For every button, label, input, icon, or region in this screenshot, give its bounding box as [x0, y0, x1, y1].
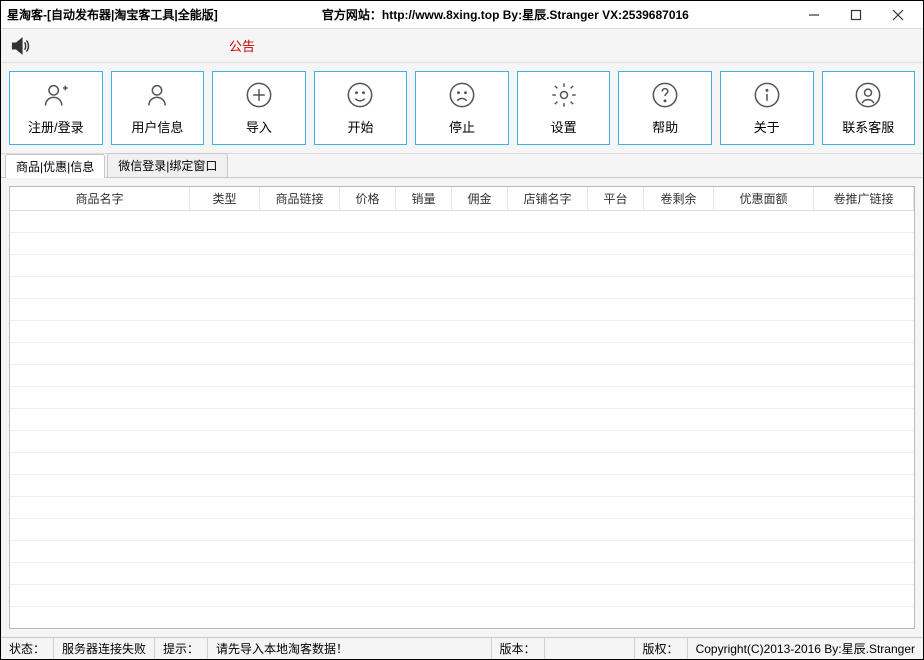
- start-button[interactable]: 开始: [314, 71, 408, 145]
- toolbar-label: 开始: [347, 117, 373, 136]
- toolbar-label: 停止: [449, 117, 475, 136]
- tab-product-discount-info[interactable]: 商品|优惠|信息: [5, 154, 105, 178]
- col-platform[interactable]: 平台: [588, 187, 644, 210]
- toolbar-label: 设置: [551, 117, 577, 136]
- minimize-button[interactable]: [793, 3, 835, 27]
- user-info-button[interactable]: 用户信息: [111, 71, 205, 145]
- data-grid[interactable]: 商品名字 类型 商品链接 价格 销量 佣金 店铺名字 平台 卷剩余 优惠面额 卷…: [9, 186, 915, 629]
- register-login-button[interactable]: 注册/登录: [9, 71, 103, 145]
- about-button[interactable]: 关于: [720, 71, 814, 145]
- status-bar: 状态： 服务器连接失败 提示： 请先导入本地淘客数据！ 版本： 版权： Copy…: [1, 637, 923, 659]
- info-circle-icon: [753, 81, 781, 109]
- col-coupon-remain[interactable]: 卷剩余: [644, 187, 714, 210]
- status-label: 状态：: [1, 638, 54, 659]
- smile-icon: [346, 81, 374, 109]
- col-shop[interactable]: 店铺名字: [508, 187, 588, 210]
- copyright-label: 版权：: [635, 638, 688, 659]
- col-sales[interactable]: 销量: [396, 187, 452, 210]
- toolbar: 注册/登录 用户信息 导入 开始 停止 设置 帮助: [1, 63, 923, 154]
- version-label: 版本：: [492, 638, 545, 659]
- close-icon: [892, 9, 904, 21]
- tab-bar: 商品|优惠|信息 微信登录|绑定窗口: [1, 154, 923, 178]
- app-title: 星淘客-[自动发布器|淘宝客工具|全能版]: [7, 6, 218, 23]
- col-link[interactable]: 商品链接: [260, 187, 340, 210]
- close-button[interactable]: [877, 3, 919, 27]
- grid-body: [10, 211, 914, 628]
- gear-icon: [550, 81, 578, 109]
- content-area: 商品名字 类型 商品链接 价格 销量 佣金 店铺名字 平台 卷剩余 优惠面额 卷…: [1, 178, 923, 637]
- support-icon: [854, 81, 882, 109]
- hint-value: 请先导入本地淘客数据！: [208, 638, 491, 659]
- settings-button[interactable]: 设置: [517, 71, 611, 145]
- copyright-value: Copyright(C)2013-2016 By:星辰.Stranger: [688, 638, 923, 659]
- user-icon: [143, 81, 171, 109]
- minimize-icon: [808, 9, 820, 21]
- col-type[interactable]: 类型: [190, 187, 260, 210]
- toolbar-label: 联系客服: [842, 117, 894, 136]
- speaker-icon: [9, 35, 31, 57]
- toolbar-label: 关于: [754, 117, 780, 136]
- toolbar-label: 导入: [246, 117, 272, 136]
- toolbar-label: 用户信息: [131, 117, 183, 136]
- maximize-button[interactable]: [835, 3, 877, 27]
- help-button[interactable]: 帮助: [618, 71, 712, 145]
- tab-wechat-bind[interactable]: 微信登录|绑定窗口: [107, 153, 228, 177]
- maximize-icon: [850, 9, 862, 21]
- status-value: 服务器连接失败: [54, 638, 155, 659]
- version-value: [545, 638, 635, 659]
- contact-button[interactable]: 联系客服: [822, 71, 916, 145]
- toolbar-label: 注册/登录: [28, 117, 84, 136]
- import-button[interactable]: 导入: [212, 71, 306, 145]
- hint-label: 提示：: [155, 638, 208, 659]
- col-product-name[interactable]: 商品名字: [10, 187, 190, 210]
- question-circle-icon: [651, 81, 679, 109]
- col-price[interactable]: 价格: [340, 187, 396, 210]
- sad-icon: [448, 81, 476, 109]
- col-coupon-value[interactable]: 优惠面额: [714, 187, 814, 210]
- titlebar: 星淘客-[自动发布器|淘宝客工具|全能版] 官方网站：http://www.8x…: [1, 1, 923, 29]
- user-plus-icon: [42, 81, 70, 109]
- titlebar-center-text: 官方网站：http://www.8xing.top By:星辰.Stranger…: [218, 6, 793, 23]
- notice-bar: 公告: [1, 29, 923, 63]
- toolbar-label: 帮助: [652, 117, 678, 136]
- window-controls: [793, 3, 919, 27]
- col-promo-link[interactable]: 卷推广链接: [814, 187, 914, 210]
- stop-button[interactable]: 停止: [415, 71, 509, 145]
- grid-header: 商品名字 类型 商品链接 价格 销量 佣金 店铺名字 平台 卷剩余 优惠面额 卷…: [10, 187, 914, 211]
- plus-circle-icon: [245, 81, 273, 109]
- notice-label: 公告: [229, 36, 255, 55]
- col-commission[interactable]: 佣金: [452, 187, 508, 210]
